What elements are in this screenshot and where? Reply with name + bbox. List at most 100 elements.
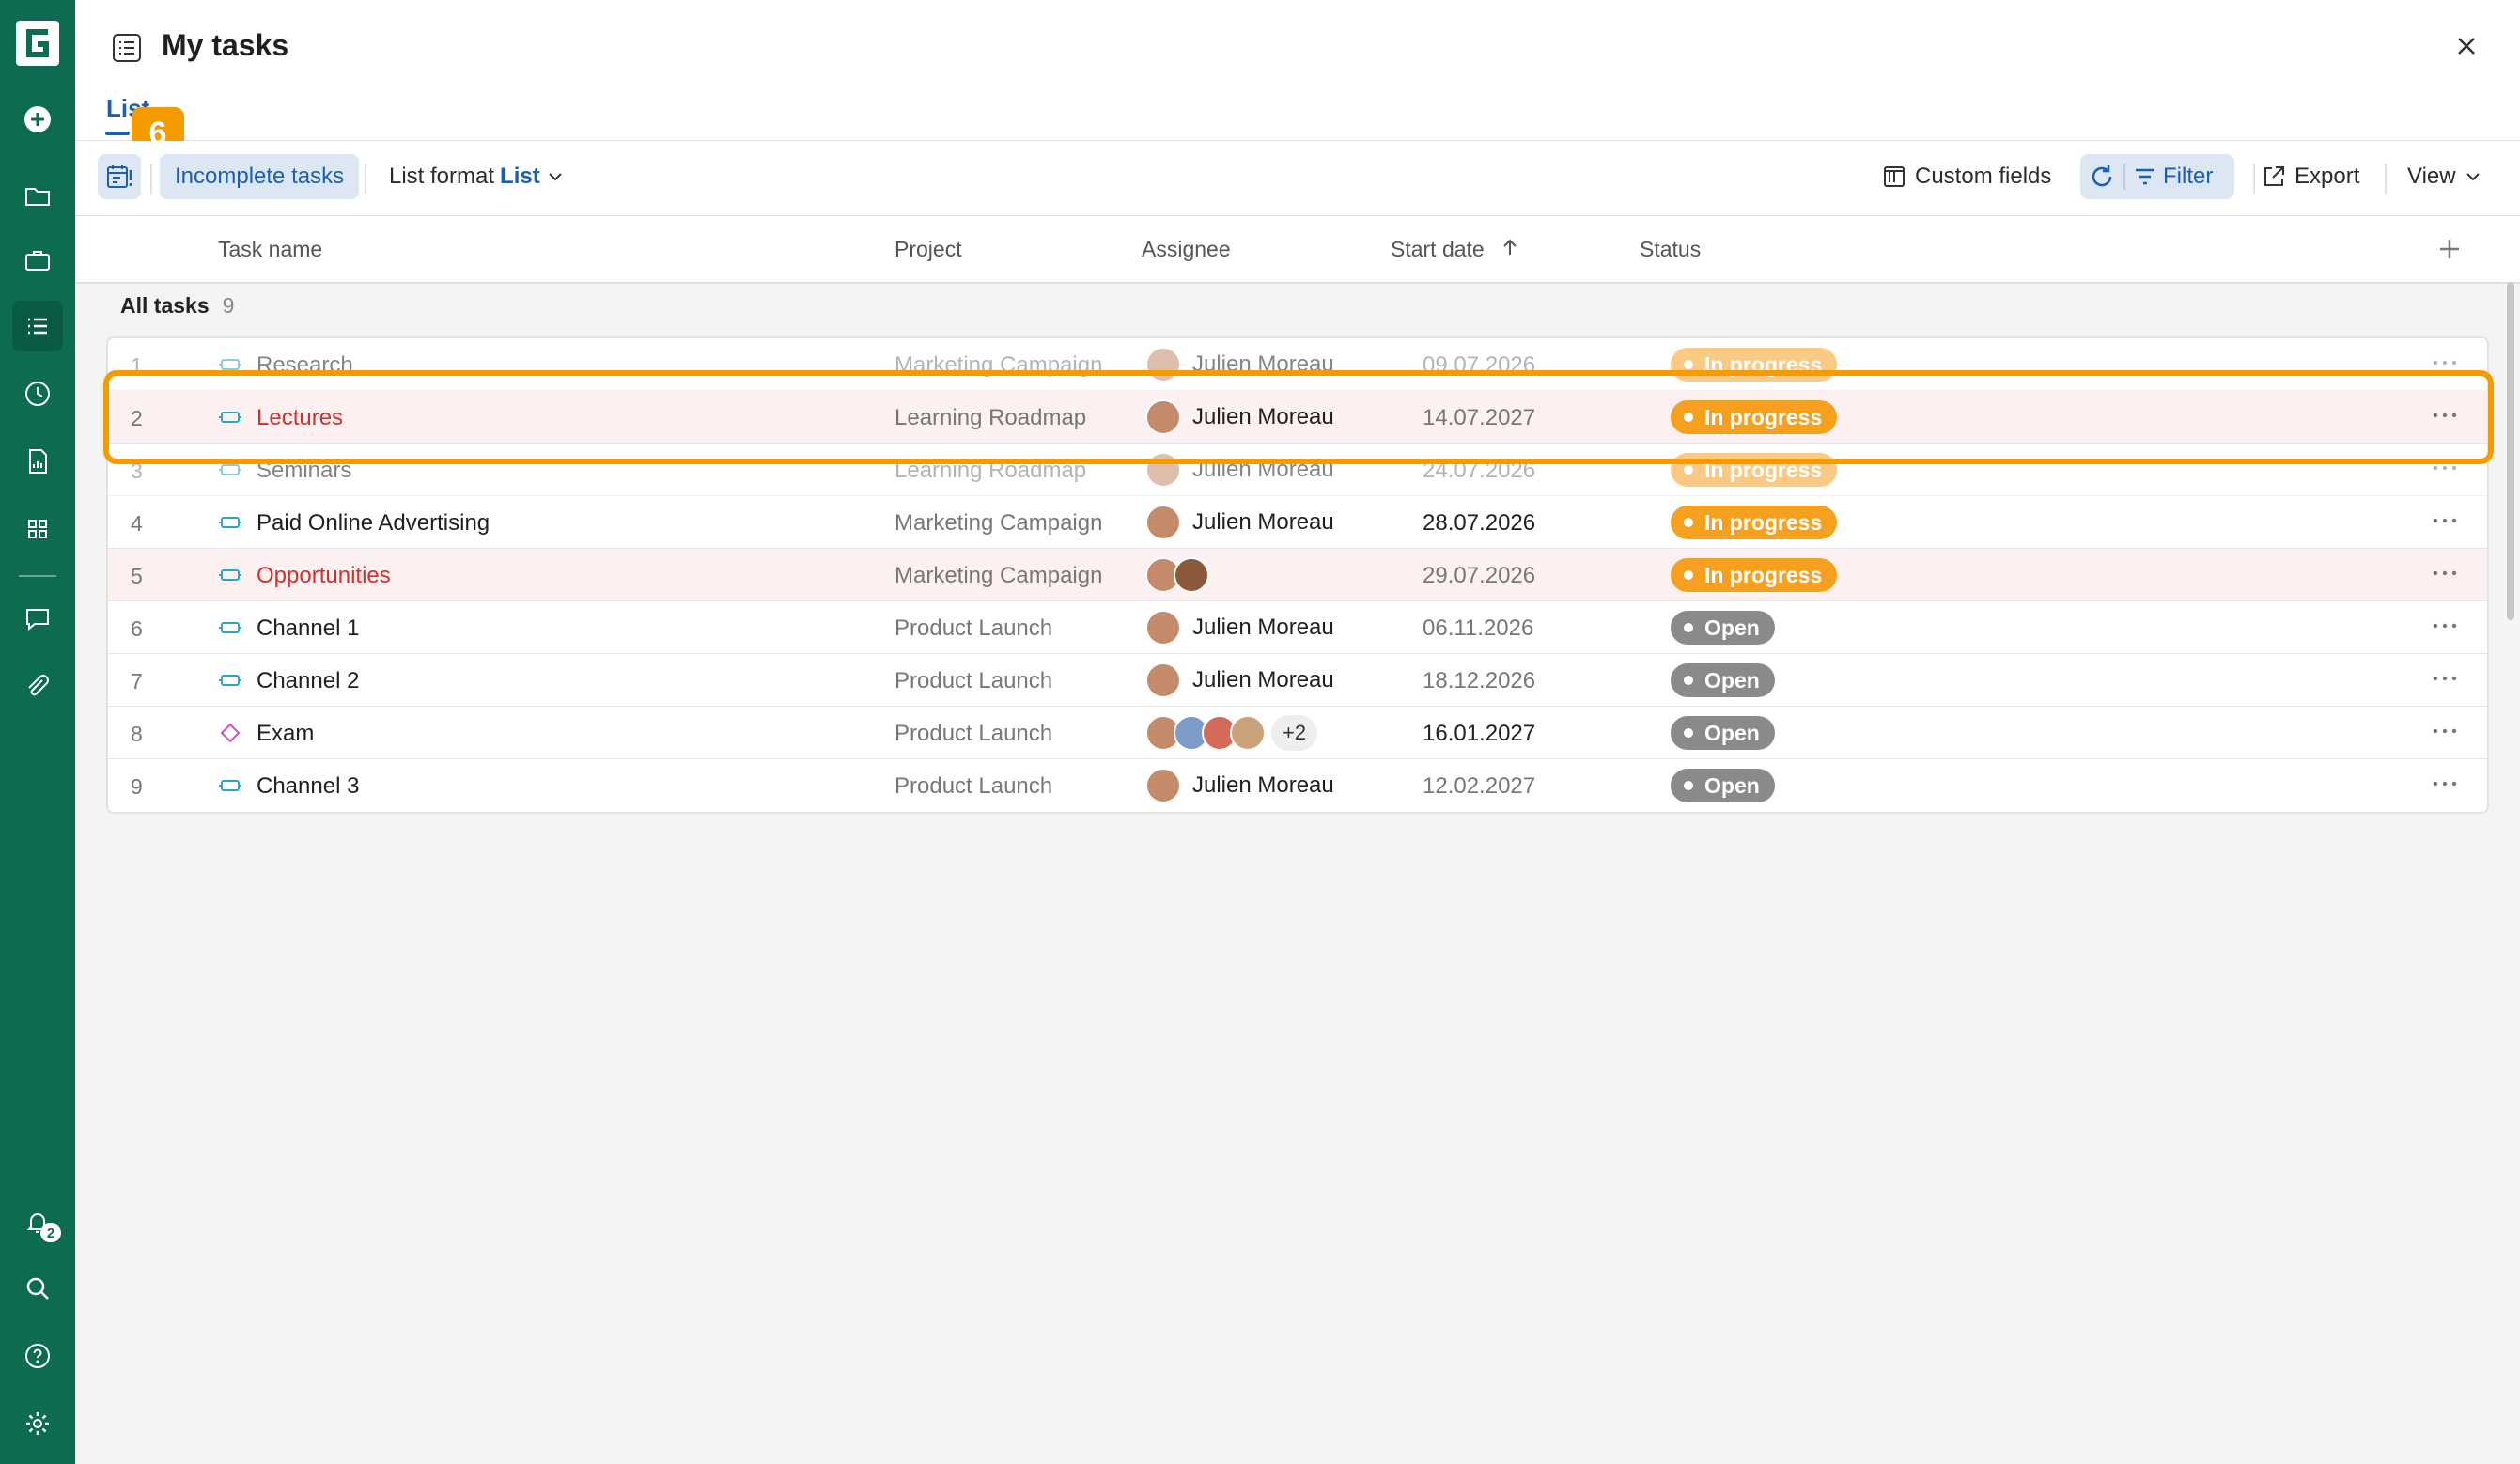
more-options-icon[interactable] [2429, 720, 2461, 742]
task-name[interactable]: Lectures [257, 405, 343, 431]
task-name[interactable]: Channel 3 [257, 773, 359, 800]
refresh-icon[interactable] [2088, 163, 2116, 191]
task-name[interactable]: Channel 1 [257, 615, 359, 642]
more-options-icon[interactable] [2429, 457, 2461, 479]
more-options-icon[interactable] [2429, 667, 2461, 690]
assignee-cell[interactable]: Julien Moreau [1145, 505, 1334, 540]
start-date[interactable]: 12.02.2027 [1423, 773, 1535, 800]
start-date[interactable]: 18.12.2026 [1423, 668, 1535, 694]
app-logo[interactable] [14, 19, 61, 68]
list-format-dropdown[interactable]: List format List [389, 154, 565, 199]
column-header-project[interactable]: Project [894, 237, 962, 262]
status-badge[interactable]: Open [1671, 769, 1775, 802]
more-options-icon[interactable] [2429, 615, 2461, 637]
add-column-icon[interactable] [2435, 235, 2464, 263]
search-button[interactable] [12, 1263, 63, 1314]
group-header[interactable]: All tasks 9 [120, 293, 234, 319]
start-date[interactable]: 09.07.2026 [1423, 352, 1535, 379]
more-options-icon[interactable] [2429, 509, 2461, 532]
table-row[interactable]: 7 Channel 2 Product Launch Julien Moreau 18.… [108, 654, 2487, 707]
settings-button[interactable] [12, 1398, 63, 1449]
table-row[interactable]: 1 Research Marketing Campaign Julien Moreau… [108, 338, 2487, 391]
table-row[interactable]: 6 Channel 1 Product Launch Julien Moreau 06.… [108, 601, 2487, 654]
project-name[interactable]: Learning Roadmap [894, 405, 1086, 431]
sidebar-item-projects[interactable] [12, 171, 63, 222]
start-date[interactable]: 16.01.2027 [1423, 721, 1535, 747]
table-row[interactable]: 9 Channel 3 Product Launch Julien Moreau 12.… [108, 759, 2487, 812]
assignee-cell[interactable]: Julien Moreau [1145, 768, 1334, 803]
sidebar-item-attachments[interactable] [12, 662, 63, 712]
filter-label: Filter [2163, 164, 2214, 189]
notifications-button[interactable]: 2 [12, 1197, 63, 1248]
table-row[interactable]: 5 Opportunities Marketing Campaign 29.07.20… [108, 549, 2487, 601]
start-date[interactable]: 06.11.2026 [1423, 615, 1533, 642]
status-badge[interactable]: In progress [1671, 348, 1838, 382]
custom-fields-button[interactable]: Custom fields [1881, 154, 2051, 199]
scrollbar[interactable] [2507, 282, 2514, 620]
task-name[interactable]: Seminars [257, 458, 351, 484]
assignee-cell[interactable]: Julien Moreau [1145, 347, 1334, 382]
assignee-cell[interactable] [1145, 557, 1209, 593]
assignee-cell[interactable]: +2 [1145, 715, 1318, 751]
status-badge[interactable]: Open [1671, 663, 1775, 697]
start-date[interactable]: 14.07.2027 [1423, 405, 1535, 431]
more-options-icon[interactable] [2429, 562, 2461, 584]
assignee-cell[interactable]: Julien Moreau [1145, 662, 1334, 698]
help-button[interactable] [12, 1331, 63, 1381]
project-name[interactable]: Learning Roadmap [894, 458, 1086, 484]
column-header-assignee[interactable]: Assignee [1142, 237, 1231, 262]
table-row[interactable]: 2 Lectures Learning Roadmap Julien Moreau 14… [108, 391, 2487, 444]
task-icon [219, 569, 241, 581]
start-date[interactable]: 29.07.2026 [1423, 563, 1535, 589]
more-assignees-badge[interactable]: +2 [1271, 715, 1318, 751]
project-name[interactable]: Product Launch [894, 668, 1052, 694]
task-name[interactable]: Channel 2 [257, 668, 359, 694]
task-name[interactable]: Exam [257, 721, 314, 747]
status-badge[interactable]: In progress [1671, 453, 1838, 487]
incomplete-tasks-filter[interactable]: Incomplete tasks [160, 154, 360, 199]
project-name[interactable]: Marketing Campaign [894, 352, 1102, 379]
status-label: In progress [1704, 404, 1823, 429]
column-header-task-name[interactable]: Task name [218, 237, 322, 262]
more-options-icon[interactable] [2429, 351, 2461, 374]
assignee-cell[interactable]: Julien Moreau [1145, 610, 1334, 646]
create-new-button[interactable] [12, 94, 63, 145]
calendar-alert-icon [107, 165, 132, 188]
start-date[interactable]: 28.07.2026 [1423, 510, 1535, 537]
project-name[interactable]: Product Launch [894, 721, 1052, 747]
assignee-name: Julien Moreau [1192, 457, 1334, 482]
project-name[interactable]: Product Launch [894, 773, 1052, 800]
export-button[interactable]: Export [2261, 154, 2359, 199]
sidebar-item-my-tasks[interactable] [12, 301, 63, 351]
view-dropdown[interactable]: View [2407, 154, 2482, 199]
status-badge[interactable]: In progress [1671, 558, 1838, 592]
sidebar-item-time[interactable] [12, 368, 63, 419]
table-row[interactable]: 4 Paid Online Advertising Marketing Campai… [108, 496, 2487, 549]
task-name[interactable]: Research [257, 352, 353, 379]
sidebar-item-messages[interactable] [12, 594, 63, 645]
project-name[interactable]: Marketing Campaign [894, 563, 1102, 589]
status-badge[interactable]: Open [1671, 611, 1775, 645]
sidebar-item-reports[interactable] [12, 436, 63, 487]
column-header-status[interactable]: Status [1640, 237, 1701, 262]
assignee-cell[interactable]: Julien Moreau [1145, 452, 1334, 488]
task-name[interactable]: Opportunities [257, 563, 391, 589]
assignee-cell[interactable]: Julien Moreau [1145, 399, 1334, 435]
close-icon[interactable] [2452, 32, 2481, 60]
status-badge[interactable]: Open [1671, 716, 1775, 750]
more-options-icon[interactable] [2429, 404, 2461, 427]
sidebar-item-apps[interactable] [12, 504, 63, 554]
filter-button[interactable]: Filter [2133, 154, 2213, 199]
status-badge[interactable]: In progress [1671, 506, 1838, 539]
project-name[interactable]: Marketing Campaign [894, 510, 1102, 537]
start-date[interactable]: 24.07.2026 [1423, 458, 1535, 484]
table-row[interactable]: 3 Seminars Learning Roadmap Julien Moreau 24… [108, 444, 2487, 496]
more-options-icon[interactable] [2429, 772, 2461, 795]
status-badge[interactable]: In progress [1671, 400, 1838, 434]
project-name[interactable]: Product Launch [894, 615, 1052, 642]
sidebar-item-portfolio[interactable] [12, 235, 63, 286]
table-row[interactable]: 8 Exam Product Launch +2 16.01.2027 Open [108, 707, 2487, 759]
task-name[interactable]: Paid Online Advertising [257, 510, 490, 537]
due-date-filter-button[interactable] [98, 154, 141, 199]
column-header-start-date[interactable]: Start date [1391, 237, 1518, 262]
